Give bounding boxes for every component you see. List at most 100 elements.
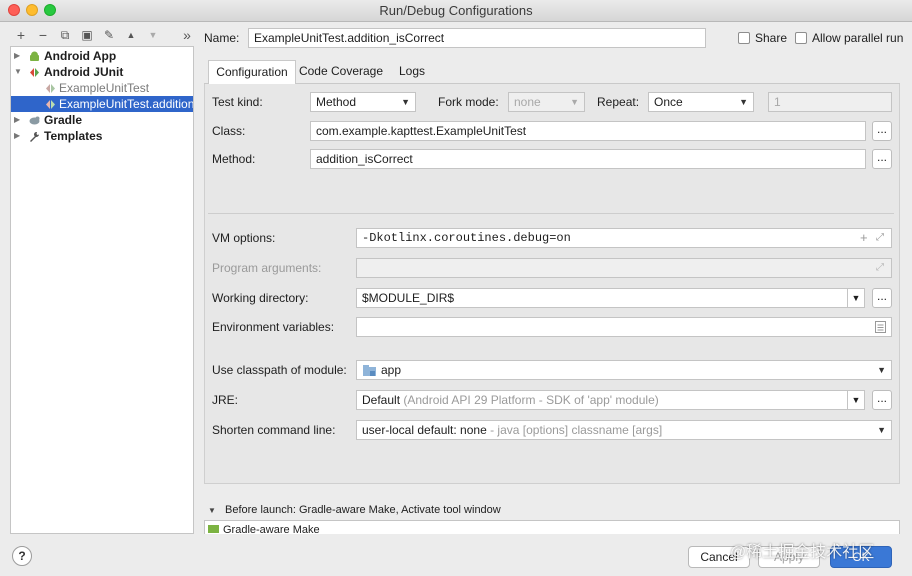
before-launch-section[interactable]: ▼ Before launch: Gradle-aware Make, Acti… <box>204 502 900 519</box>
remove-icon[interactable]: − <box>34 26 52 44</box>
shorten-command-line-hint: - java [options] classname [args] <box>490 423 663 437</box>
shorten-command-line-select[interactable]: user-local default: none - java [options… <box>356 420 892 440</box>
share-checkbox[interactable] <box>738 32 750 44</box>
save-icon[interactable]: ▣ <box>78 26 96 44</box>
chevron-down-icon[interactable]: ▼ <box>14 64 22 80</box>
zoom-window-button[interactable] <box>44 4 56 16</box>
environment-variables-label: Environment variables: <box>212 320 335 334</box>
method-label: Method: <box>212 152 256 166</box>
chevron-down-icon[interactable]: ▼ <box>208 506 216 515</box>
tree-item-example-unit-test[interactable]: ExampleUnitTest <box>11 80 193 96</box>
module-icon <box>363 365 376 376</box>
classpath-module-select[interactable]: app ▼ <box>356 360 892 380</box>
gradle-make-icon <box>208 525 219 533</box>
tree-item-android-app[interactable]: ▶ Android App <box>11 48 193 64</box>
working-directory-input[interactable]: $MODULE_DIR$ <box>356 288 848 308</box>
environment-variables-input[interactable] <box>356 317 892 337</box>
chevron-down-icon: ▼ <box>570 97 579 107</box>
tree-item-label: ExampleUnitTest <box>59 81 150 95</box>
class-input[interactable]: com.example.kapttest.ExampleUnitTest <box>310 121 866 141</box>
tree-item-label: Gradle <box>44 113 83 127</box>
name-label: Name: <box>204 31 240 45</box>
android-icon <box>30 51 39 61</box>
before-launch-item[interactable]: Gradle-aware Make <box>223 521 320 534</box>
plus-icon[interactable]: + <box>860 228 868 248</box>
minimize-window-button[interactable] <box>26 4 38 16</box>
vm-options-label: VM options: <box>212 231 276 245</box>
jre-label: JRE: <box>212 393 239 407</box>
more-icon[interactable]: » <box>178 26 196 44</box>
tree-item-label: Android JUnit <box>44 65 124 79</box>
tab-code-coverage[interactable]: Code Coverage <box>296 60 386 84</box>
tree-item-label: ExampleUnitTest.addition_isCorrect <box>59 97 193 111</box>
tab-logs[interactable]: Logs <box>390 60 434 84</box>
junit-icon <box>30 68 39 77</box>
watermark: @稀土掘金技术社区 <box>730 544 875 561</box>
before-launch-label: Before launch: Gradle-aware Make, Activa… <box>224 504 501 516</box>
configuration-tree[interactable]: ▶ Android App ▼ Android JUnit ExampleUni… <box>10 46 194 534</box>
divider <box>208 213 894 214</box>
chevron-right-icon[interactable]: ▶ <box>14 128 20 144</box>
vm-options-input[interactable]: -Dkotlinx.coroutines.debug=on <box>356 228 892 248</box>
classpath-module-label: Use classpath of module: <box>212 363 347 377</box>
chevron-down-icon[interactable]: ▼ <box>847 288 865 308</box>
config-toolbar: + − ⧉ ▣ ✎ ▲ ▼ » <box>10 26 195 46</box>
chevron-right-icon[interactable]: ▶ <box>14 112 20 128</box>
repeat-select[interactable]: Once ▼ <box>648 92 754 112</box>
junit-icon <box>46 100 55 109</box>
browse-jre-button[interactable]: ... <box>872 390 892 410</box>
chevron-down-icon: ▼ <box>877 365 886 375</box>
test-kind-value: Method <box>316 95 357 109</box>
browse-method-button[interactable]: ... <box>872 149 892 169</box>
repeat-count-input[interactable]: 1 <box>768 92 892 112</box>
tree-item-label: Android App <box>44 49 117 63</box>
expand-icon[interactable]: ⤢ <box>876 258 884 278</box>
shorten-command-line-value: user-local default: none <box>362 423 487 437</box>
test-kind-label: Test kind: <box>212 95 263 109</box>
tree-item-label: Templates <box>44 129 103 143</box>
window-title: Run/Debug Configurations <box>379 3 533 18</box>
class-label: Class: <box>212 124 246 138</box>
chevron-right-icon[interactable]: ▶ <box>14 48 20 64</box>
repeat-label: Repeat: <box>597 95 640 109</box>
tree-item-gradle[interactable]: ▶ Gradle <box>11 112 193 128</box>
chevron-down-icon: ▼ <box>401 97 410 107</box>
browse-working-directory-button[interactable]: ... <box>872 288 892 308</box>
browse-class-button[interactable]: ... <box>872 121 892 141</box>
chevron-down-icon: ▼ <box>739 97 748 107</box>
move-up-icon[interactable]: ▲ <box>122 26 140 44</box>
jre-hint: (Android API 29 Platform - SDK of 'app' … <box>403 393 659 407</box>
add-icon[interactable]: + <box>12 26 30 44</box>
working-directory-label: Working directory: <box>212 291 309 305</box>
chevron-down-icon: ▼ <box>877 425 886 435</box>
chevron-down-icon[interactable]: ▼ <box>847 390 865 410</box>
fork-mode-label: Fork mode: <box>438 95 499 109</box>
program-arguments-input[interactable] <box>356 258 892 278</box>
title-bar: Run/Debug Configurations <box>0 0 912 22</box>
config-tabs: Configuration Code Coverage Logs <box>204 60 900 85</box>
vm-options-value: -Dkotlinx.coroutines.debug=on <box>362 231 571 245</box>
copy-icon[interactable]: ⧉ <box>56 26 74 44</box>
program-arguments-label: Program arguments: <box>212 261 322 275</box>
move-down-icon[interactable]: ▼ <box>144 26 162 44</box>
wrench-icon[interactable]: ✎ <box>100 26 118 44</box>
tree-item-templates[interactable]: ▶ Templates <box>11 128 193 144</box>
method-input[interactable]: addition_isCorrect <box>310 149 866 169</box>
allow-parallel-run-checkbox[interactable] <box>795 32 807 44</box>
help-button[interactable]: ? <box>12 546 32 566</box>
fork-mode-select[interactable]: none ▼ <box>508 92 585 112</box>
tree-item-android-junit[interactable]: ▼ Android JUnit <box>11 64 193 80</box>
close-window-button[interactable] <box>8 4 20 16</box>
fork-mode-value: none <box>514 95 541 109</box>
junit-icon <box>46 84 55 93</box>
document-icon[interactable] <box>875 321 886 333</box>
tree-item-example-unit-test-method[interactable]: ExampleUnitTest.addition_isCorrect <box>11 96 193 112</box>
shorten-command-line-label: Shorten command line: <box>212 423 336 437</box>
test-kind-select[interactable]: Method ▼ <box>310 92 416 112</box>
name-input[interactable]: ExampleUnitTest.addition_isCorrect <box>248 28 706 48</box>
jre-input[interactable]: Default (Android API 29 Platform - SDK o… <box>356 390 848 410</box>
before-launch-list[interactable]: Gradle-aware Make <box>204 520 900 534</box>
tab-configuration[interactable]: Configuration <box>208 60 296 85</box>
share-label: Share <box>755 31 788 45</box>
expand-icon[interactable]: ⤢ <box>876 228 884 248</box>
